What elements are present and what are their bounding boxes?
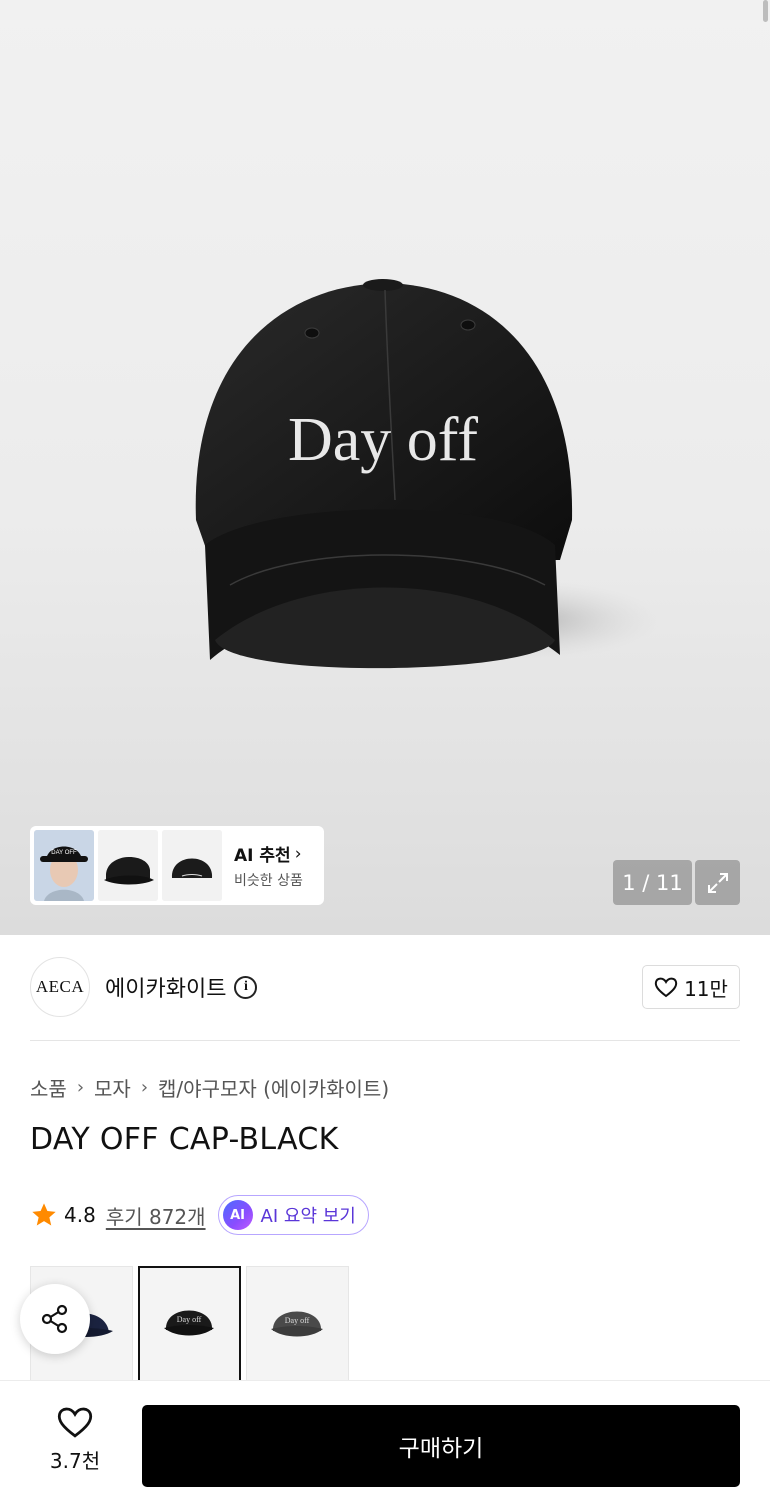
product-title: DAY OFF CAP-BLACK <box>30 1122 339 1157</box>
ai-recommend-subtitle: 비슷한 상품 <box>234 873 303 889</box>
breadcrumb-item-cap[interactable]: 캡/야구모자 (에이카화이트) <box>158 1073 389 1102</box>
divider <box>30 1040 740 1041</box>
wishlist-count: 3.7천 <box>49 1449 101 1473</box>
reviews-link[interactable]: 후기 872개 <box>106 1201 206 1230</box>
info-icon[interactable]: i <box>234 975 258 999</box>
swatch-charcoal[interactable]: Day off <box>246 1266 349 1382</box>
cap-logo-text: Day off <box>288 406 478 474</box>
brand-logo[interactable]: AECA <box>30 957 90 1017</box>
brand-name[interactable]: 에이카화이트 <box>105 971 226 1003</box>
ai-summary-button[interactable]: AI AI 요약 보기 <box>217 1195 369 1235</box>
heart-icon <box>57 1407 93 1438</box>
scrollbar[interactable] <box>763 0 768 22</box>
breadcrumb-item-hat[interactable]: 모자 <box>94 1073 131 1102</box>
svg-text:Day off: Day off <box>285 1316 310 1325</box>
brand-like-button[interactable]: 11만 <box>642 965 740 1009</box>
rating-value: 4.8 <box>64 1203 96 1227</box>
product-image: Day off <box>195 279 660 669</box>
svg-text:DAY OFF: DAY OFF <box>51 850 77 856</box>
breadcrumb: 소품 › 모자 › 캡/야구모자 (에이카화이트) <box>30 1073 389 1102</box>
brand-row: AECA 에이카화이트 i 11만 <box>30 957 740 1017</box>
chevron-right-icon: › <box>140 1077 149 1098</box>
buy-button[interactable]: 구매하기 <box>142 1405 740 1487</box>
expand-button[interactable] <box>695 860 740 905</box>
ai-recommend-title: AI 추천 <box>234 846 291 866</box>
star-icon <box>32 1203 56 1226</box>
expand-icon <box>707 872 728 893</box>
product-image-gallery[interactable]: Day off DAY OFF AI 추천 › 비슷한 상품 1 / 11 <box>0 0 770 935</box>
ai-thumb-cap-side <box>98 830 158 901</box>
svg-text:Day off: Day off <box>177 1315 202 1324</box>
swatch-black[interactable]: Day off <box>138 1266 241 1382</box>
ai-thumb-cap-back <box>162 830 222 901</box>
ai-thumb-model: DAY OFF <box>34 830 94 901</box>
brand-like-count: 11만 <box>684 976 728 1001</box>
share-icon <box>41 1304 68 1334</box>
ai-badge-icon: AI <box>222 1200 253 1230</box>
share-button[interactable] <box>20 1284 90 1354</box>
heart-icon <box>654 977 678 998</box>
bottom-action-bar: 3.7천 구매하기 <box>0 1380 770 1500</box>
ai-recommend-card[interactable]: DAY OFF AI 추천 › 비슷한 상품 <box>30 826 324 905</box>
wishlist-button[interactable]: 3.7천 <box>30 1405 120 1485</box>
chevron-right-icon: › <box>294 843 302 864</box>
image-counter: 1 / 11 <box>613 860 692 905</box>
ai-summary-label: AI 요약 보기 <box>260 1206 356 1227</box>
rating-row: 4.8 후기 872개 AI AI 요약 보기 <box>30 1195 369 1235</box>
breadcrumb-item-accessories[interactable]: 소품 <box>30 1073 67 1102</box>
chevron-right-icon: › <box>76 1077 85 1098</box>
